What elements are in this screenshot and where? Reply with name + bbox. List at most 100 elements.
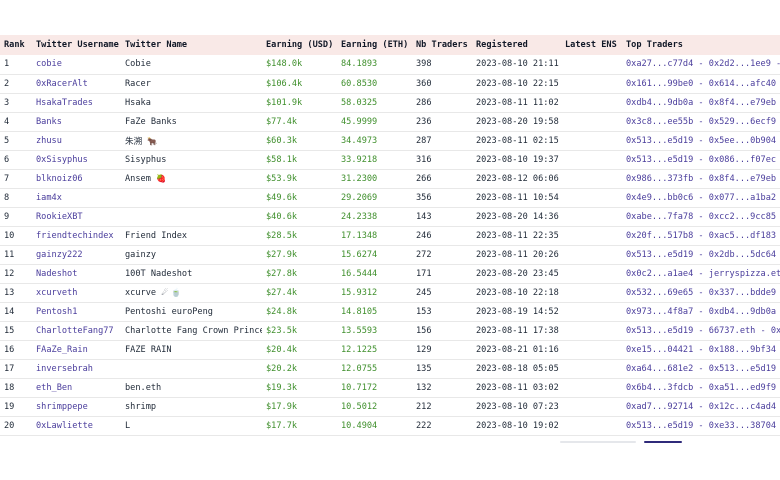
cell-registered: 2023-08-11 17:38 <box>476 325 559 336</box>
cell-rank: 20 <box>4 420 15 431</box>
table-row[interactable]: 19 shrimppepe shrimp $17.9k 10.5012 212 2023-0… <box>0 397 780 416</box>
cell-twitter-username[interactable]: shrimppepe <box>32 397 121 416</box>
cell-earning-usd: $148.0k <box>266 59 303 70</box>
table-row[interactable]: 2 0xRacerAlt Racer $106.4k 60.8530 360 2023-08… <box>0 74 780 93</box>
cell-top-traders[interactable]: 0xad7...92714 - 0x12c...c4ad4 - 0 <box>622 397 780 416</box>
cell-twitter-username[interactable]: Banks <box>32 112 121 131</box>
cell-twitter-username[interactable]: cobie <box>32 55 121 74</box>
cell-twitter-username[interactable]: iam4x <box>32 188 121 207</box>
cell-top-traders[interactable]: 0x513...e5d19 - 0xe33...38704 - 0 <box>622 416 780 435</box>
cell-latest-ens <box>561 131 622 150</box>
cell-twitter-username[interactable]: Nadeshot <box>32 264 121 283</box>
cell-twitter-username[interactable]: gainzy222 <box>32 245 121 264</box>
cell-top-traders[interactable]: 0x532...69e65 - 0x337...bdde9 - 0 <box>622 283 780 302</box>
cell-top-traders[interactable]: 0x0c2...a1ae4 - jerryspizza.eth - <box>622 264 780 283</box>
cell-earning-eth: 58.0325 <box>341 97 378 108</box>
cell-twitter-username[interactable]: friendtechindex <box>32 226 121 245</box>
cell-twitter-username[interactable]: Pentosh1 <box>32 302 121 321</box>
table-row[interactable]: 9 RookieXBT $40.6k 24.2338 143 2023-08-20 14:… <box>0 207 780 226</box>
cell-top-traders[interactable]: 0x986...373fb - 0x8f4...e79eb - 0 <box>622 169 780 188</box>
cell-top-traders[interactable]: 0x513...e5d19 - 0x2db...5dc64 - 0 <box>622 245 780 264</box>
cell-twitter-username[interactable]: zhusu <box>32 131 121 150</box>
cell-registered: 2023-08-11 02:15 <box>476 135 559 146</box>
header-earning-eth[interactable]: Earning (ETH) <box>337 35 412 55</box>
cell-latest-ens <box>561 93 622 112</box>
cell-nb-traders: 398 <box>416 59 432 70</box>
cell-registered: 2023-08-11 22:35 <box>476 230 559 241</box>
cell-earning-eth: 10.5012 <box>341 401 378 412</box>
header-rank[interactable]: Rank <box>0 35 32 55</box>
cell-twitter-username[interactable]: eth_Ben <box>32 378 121 397</box>
cell-latest-ens <box>561 150 622 169</box>
cell-twitter-username[interactable]: 0xLawliette <box>32 416 121 435</box>
cell-top-traders[interactable]: 0x161...99be0 - 0x614...afc40 - 0 <box>622 74 780 93</box>
header-twitter-name[interactable]: Twitter Name <box>121 35 262 55</box>
table-row[interactable]: 15 CharlotteFang77 Charlotte Fang Crown Pr… <box>0 321 780 340</box>
cell-top-traders[interactable]: 0x973...4f8a7 - 0xdb4...9db0a - 0 <box>622 302 780 321</box>
table-row[interactable]: 8 iam4x $49.6k 29.2069 356 2023-08-11 10:54 0x… <box>0 188 780 207</box>
cell-twitter-username[interactable]: FAaZe_Rain <box>32 340 121 359</box>
cell-top-traders[interactable]: 0x6b4...3fdcb - 0xa51...ed9f9 - 0 <box>622 378 780 397</box>
cell-top-traders[interactable]: 0x513...e5d19 - 0x5ee...0b904 - 0 <box>622 131 780 150</box>
header-earning-usd[interactable]: Earning (USD) <box>262 35 337 55</box>
table-row[interactable]: 10 friendtechindex Friend Index $28.5k 17.13… <box>0 226 780 245</box>
table-row[interactable]: 12 Nadeshot 100T Nadeshot $27.8k 16.5444 171 2… <box>0 264 780 283</box>
table-row[interactable]: 14 Pentosh1 Pentoshi euroPeng $24.8k 14.8105… <box>0 302 780 321</box>
cell-top-traders[interactable]: 0x513...e5d19 - 0x086...f07ec - 0 <box>622 150 780 169</box>
table-row[interactable]: 3 HsakaTrades Hsaka $101.9k 58.0325 286 2023-0… <box>0 93 780 112</box>
header-latest-ens[interactable]: Latest ENS <box>561 35 622 55</box>
name-emoji-icon: 🐂 <box>147 136 158 146</box>
cell-earning-eth: 34.4973 <box>341 135 378 146</box>
cell-top-traders[interactable]: 0xdb4...9db0a - 0x8f4...e79eb - 0 <box>622 93 780 112</box>
table-row[interactable]: 5 zhusu 朱溯 🐂 $60.3k 34.4973 287 2023-08-11 02:… <box>0 131 780 150</box>
cell-rank: 2 <box>4 78 10 89</box>
cell-twitter-username[interactable]: 0xSisyphus <box>32 150 121 169</box>
cell-twitter-username[interactable]: CharlotteFang77 <box>32 321 121 340</box>
table-row[interactable]: 16 FAaZe_Rain FAZE RAIN $20.4k 12.1225 129 202… <box>0 340 780 359</box>
cell-nb-traders: 245 <box>416 287 432 298</box>
cell-rank: 4 <box>4 116 10 127</box>
table-row[interactable]: 13 xcurveth xcurve ☄ 🍵 $27.4k 15.9312 245 2023… <box>0 283 780 302</box>
table-row[interactable]: 6 0xSisyphus Sisyphus $58.1k 33.9218 316 2023-… <box>0 150 780 169</box>
cell-twitter-username[interactable]: inversebrah <box>32 359 121 378</box>
cell-registered: 2023-08-20 14:36 <box>476 211 559 222</box>
cell-twitter-username[interactable]: HsakaTrades <box>32 93 121 112</box>
header-registered[interactable]: Registered <box>472 35 561 55</box>
cell-top-traders[interactable]: 0xe15...04421 - 0x188...9bf34 - 0 <box>622 340 780 359</box>
cell-top-traders[interactable]: 0x20f...517b8 - 0xac5...df183 - 0 <box>622 226 780 245</box>
table-row[interactable]: 1 cobie Cobie $148.0k 84.1893 398 2023-08-10 2… <box>0 55 780 74</box>
cell-top-traders[interactable]: 0xabe...7fa78 - 0xcc2...9cc85 - 0 <box>622 207 780 226</box>
table-row[interactable]: 11 gainzy222 gainzy $27.9k 15.6274 272 2023-08… <box>0 245 780 264</box>
cell-twitter-username[interactable]: blknoiz06 <box>32 169 121 188</box>
cell-twitter-username[interactable]: 0xRacerAlt <box>32 74 121 93</box>
table-row[interactable]: 4 Banks FaZe Banks $77.4k 45.9999 236 2023-08-… <box>0 112 780 131</box>
header-top-traders[interactable]: Top Traders <box>622 35 780 55</box>
header-nb-traders[interactable]: Nb Traders <box>412 35 472 55</box>
cell-twitter-username[interactable]: RookieXBT <box>32 207 121 226</box>
cell-rank: 9 <box>4 211 10 222</box>
cell-latest-ens <box>561 340 622 359</box>
table-row[interactable]: 7 blknoiz06 Ansem 🍓 $53.9k 31.2300 266 2023-08… <box>0 169 780 188</box>
cell-nb-traders: 266 <box>416 173 432 184</box>
cell-top-traders[interactable]: 0x3c8...ee55b - 0x529...6ecf9 - 0 <box>622 112 780 131</box>
cell-twitter-username[interactable]: xcurveth <box>32 283 121 302</box>
cell-earning-eth: 10.4904 <box>341 420 378 431</box>
cell-rank: 8 <box>4 192 10 203</box>
header-twitter-username[interactable]: Twitter Username <box>32 35 121 55</box>
table-row[interactable]: 18 eth_Ben ben.eth $19.3k 10.7172 132 2023-08-… <box>0 378 780 397</box>
table-row[interactable]: 17 inversebrah $20.2k 12.0755 135 2023-08-18 … <box>0 359 780 378</box>
cell-top-traders[interactable]: 0x4e9...bb0c6 - 0x077...a1ba2 - 0 <box>622 188 780 207</box>
cell-registered: 2023-08-12 06:06 <box>476 173 559 184</box>
pagination-active-indicator[interactable] <box>644 441 682 443</box>
cell-rank: 14 <box>4 306 15 317</box>
twitter-name-text: Pentoshi euroPeng <box>125 306 213 317</box>
cell-registered: 2023-08-10 19:37 <box>476 154 559 165</box>
cell-rank: 5 <box>4 135 10 146</box>
cell-top-traders[interactable]: 0xa27...c77d4 - 0x2d2...1ee9 - 0 <box>622 55 780 74</box>
table-row[interactable]: 20 0xLawliette L $17.7k 10.4904 222 2023-08-10… <box>0 416 780 435</box>
pagination-track[interactable] <box>560 441 636 443</box>
cell-top-traders[interactable]: 0xa64...681e2 - 0x513...e5d19 - 0 <box>622 359 780 378</box>
twitter-name-text: Friend Index <box>125 230 188 241</box>
cell-registered: 2023-08-10 19:02 <box>476 420 559 431</box>
cell-top-traders[interactable]: 0x513...e5d19 - 66737.eth - 0xee3 <box>622 321 780 340</box>
